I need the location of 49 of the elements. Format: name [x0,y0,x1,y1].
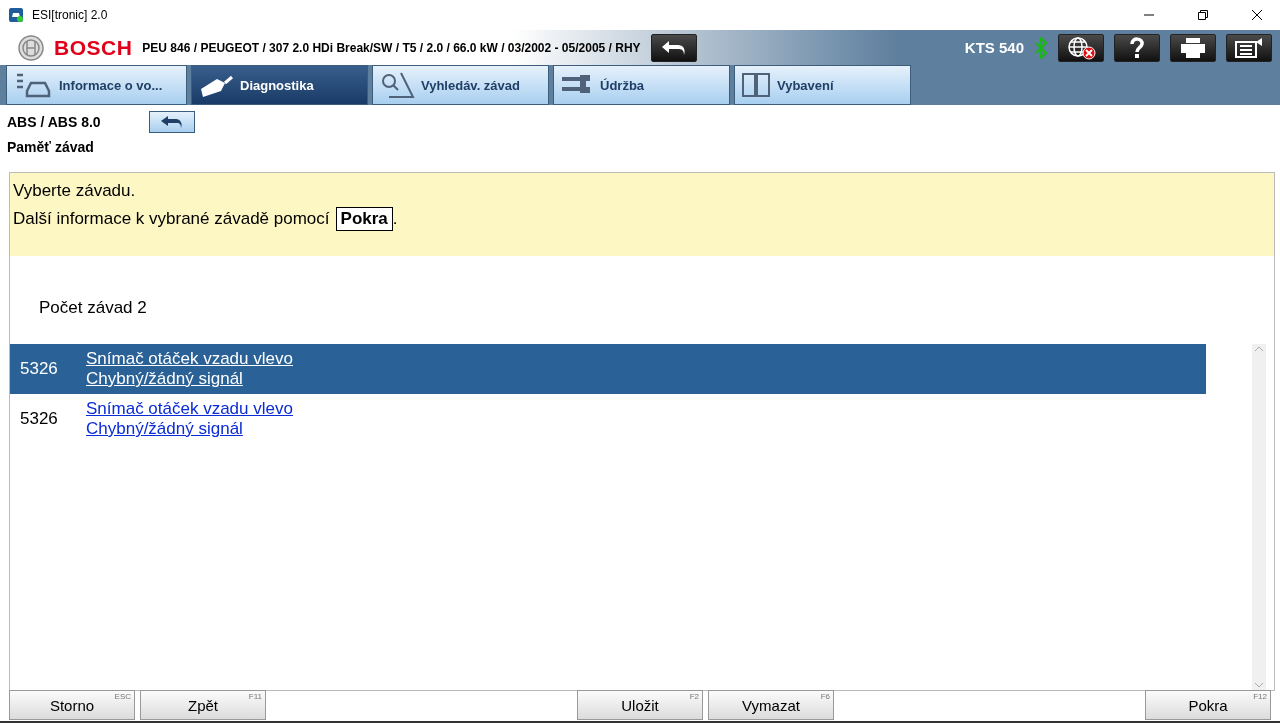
instruction-text: Vyberte závadu. [13,181,137,201]
nav-tab[interactable]: Diagnostika [191,65,368,105]
shortcut-key-label: ESC [114,692,131,701]
footer-button[interactable]: Uložit F2 [577,690,703,720]
punctuation-text: . [392,209,398,229]
system-title: ABS / ABS 8.0 [7,114,101,130]
shortcut-key-label: F11 [248,692,262,701]
nav-tab[interactable]: Údržba [553,65,730,105]
key-reference: Pokra [335,207,393,231]
nav-tab[interactable]: Vybavení [734,65,911,105]
section-title: Paměť závad [7,139,95,155]
fault-code: 5326 [20,359,59,379]
menu-exit-button[interactable] [1226,33,1272,62]
instruction-text: Další informace k vybrané závadě pomocí [13,209,330,229]
list-arrow-icon [1234,36,1264,59]
book-icon [741,71,771,99]
nav-tab[interactable]: Informace o vo... [6,65,187,105]
brand-logo-text: BOSCH [54,35,133,60]
shortcut-key-label: F12 [1253,692,1267,701]
fault-description-link[interactable]: Snímač otáček vzadu vlevo [86,349,293,369]
footer-button[interactable]: Pokra F12 [1145,690,1271,720]
shortcut-key-label: F2 [689,692,699,701]
fault-code: 5326 [20,409,59,429]
footer-button[interactable]: Zpět F11 [140,690,266,720]
footer-button[interactable]: Storno ESC [9,690,135,720]
back-button[interactable] [650,33,697,62]
footer-button[interactable]: Vymazat F6 [708,690,834,720]
question-mark-icon [1129,36,1145,59]
fault-count: Počet závad 2 [39,298,148,318]
print-button[interactable] [1170,33,1216,62]
app-icon [8,7,24,23]
close-icon [1252,10,1262,20]
vehicle-info: PEU 846 / PEUGEOT / 307 2.0 HDi Break/SW / T5 / 2.0 / 66.0 kW / 03/2002 - 05/2005 / RHY [142,40,641,55]
shortcut-key-label: F6 [820,692,830,701]
window-title: ESI[tronic] 2.0 [32,8,109,22]
bluetooth-icon [1034,36,1048,59]
nav-tab[interactable]: Vyhledáv. závad [372,65,549,105]
back-button[interactable] [148,111,195,133]
fault-status-link[interactable]: Chybný/žádný signál [86,369,293,389]
fault-row[interactable]: 5326 Snímač otáček vzadu vlevo Chybný/žádný signál [10,394,1206,444]
magnifier-warning-icon [379,71,415,99]
device-name: KTS 540 [964,39,1024,56]
fault-row[interactable]: 5326 Snímač otáček vzadu vlevo Chybný/žádný signál [10,344,1206,394]
restore-icon [1198,10,1208,20]
bosch-armature-logo [18,34,44,61]
fault-description-link[interactable]: Snímač otáček vzadu vlevo [86,399,293,419]
help-button[interactable] [1114,33,1160,62]
printer-icon [1180,36,1206,59]
fault-status-link[interactable]: Chybný/žádný signál [86,419,293,439]
